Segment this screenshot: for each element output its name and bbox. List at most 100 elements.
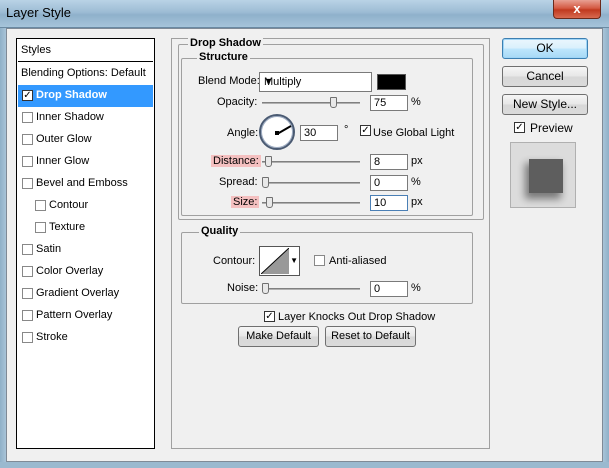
angle-label: Angle: <box>227 127 259 139</box>
styles-header[interactable]: Styles <box>18 40 153 62</box>
style-item-checkbox[interactable]: ✓ <box>22 90 33 101</box>
style-item-stroke[interactable]: Stroke <box>18 327 153 349</box>
size-value: 10 <box>374 197 387 209</box>
contour-picker[interactable]: ▼ <box>259 246 300 276</box>
new-style-button[interactable]: New Style... <box>502 94 588 115</box>
style-item-label: Outer Glow <box>36 133 92 145</box>
window-frame-right <box>603 28 609 468</box>
preview-thumbnail <box>510 142 576 208</box>
style-item-pattern-overlay[interactable]: Pattern Overlay <box>18 305 153 327</box>
style-item-label: Bevel and Emboss <box>36 177 128 189</box>
contour-label: Contour: <box>213 255 256 267</box>
style-item-checkbox[interactable] <box>22 178 33 189</box>
style-item-label: Drop Shadow <box>36 89 107 101</box>
styles-header-label: Styles <box>21 44 51 56</box>
preview-checkbox[interactable]: ✓ <box>514 122 525 133</box>
distance-slider[interactable] <box>262 156 360 167</box>
distance-value: 8 <box>374 156 381 168</box>
use-global-light-checkbox[interactable]: ✓ <box>360 125 371 136</box>
angle-input[interactable]: 30 <box>300 125 338 141</box>
style-item-satin[interactable]: Satin <box>18 239 153 261</box>
opacity-slider[interactable] <box>262 97 360 108</box>
style-item-inner-shadow[interactable]: Inner Shadow <box>18 107 153 129</box>
chevron-down-icon: ▼ <box>290 256 298 265</box>
size-slider[interactable] <box>262 197 360 208</box>
distance-input[interactable]: 8 <box>370 154 408 170</box>
distance-slider-thumb[interactable] <box>265 156 272 167</box>
style-item-label: Inner Shadow <box>36 111 104 123</box>
knocks-out-label: Layer Knocks Out Drop Shadow <box>278 311 436 323</box>
noise-input[interactable]: 0 <box>370 281 408 297</box>
spread-input[interactable]: 0 <box>370 175 408 191</box>
spread-unit: % <box>411 176 421 188</box>
size-input[interactable]: 10 <box>370 195 408 211</box>
preview-square <box>529 159 563 193</box>
noise-unit: % <box>411 282 421 294</box>
style-item-checkbox[interactable] <box>22 156 33 167</box>
opacity-label: Opacity: <box>217 96 258 108</box>
checkmark-icon: ✓ <box>361 125 370 136</box>
style-item-inner-glow[interactable]: Inner Glow <box>18 151 153 173</box>
angle-value: 30 <box>304 127 317 139</box>
style-item-checkbox[interactable] <box>22 112 33 123</box>
style-item-checkbox[interactable] <box>22 288 33 299</box>
style-item-checkbox[interactable] <box>22 134 33 145</box>
opacity-value: 75 <box>374 97 387 109</box>
spread-slider-thumb[interactable] <box>262 177 269 188</box>
style-item-blending-options-default[interactable]: Blending Options: Default <box>18 63 153 85</box>
quality-group <box>181 232 473 304</box>
style-item-label: Stroke <box>36 331 68 343</box>
knocks-out-checkbox[interactable]: ✓ <box>264 311 275 322</box>
style-item-label: Pattern Overlay <box>36 309 113 321</box>
make-default-button[interactable]: Make Default <box>238 326 319 347</box>
style-item-color-overlay[interactable]: Color Overlay <box>18 261 153 283</box>
noise-slider-thumb[interactable] <box>262 283 269 294</box>
size-slider-thumb[interactable] <box>266 197 273 208</box>
style-item-checkbox[interactable] <box>22 310 33 321</box>
style-item-gradient-overlay[interactable]: Gradient Overlay <box>18 283 153 305</box>
style-item-checkbox[interactable] <box>22 266 33 277</box>
spread-slider[interactable] <box>262 177 360 188</box>
style-item-texture[interactable]: Texture <box>18 217 153 239</box>
style-item-label: Inner Glow <box>36 155 90 167</box>
style-item-checkbox[interactable] <box>35 222 46 233</box>
style-item-bevel-and-emboss[interactable]: Bevel and Emboss <box>18 173 153 195</box>
style-item-label: Texture <box>49 221 86 233</box>
cancel-button[interactable]: Cancel <box>502 66 588 87</box>
style-item-checkbox[interactable] <box>22 244 33 255</box>
title-bar[interactable]: Layer Style x <box>0 0 609 28</box>
opacity-slider-thumb[interactable] <box>330 97 337 108</box>
drop-shadow-title: Drop Shadow <box>188 37 263 49</box>
distance-label: Distance: <box>211 155 261 167</box>
style-item-checkbox[interactable] <box>22 332 33 343</box>
noise-value: 0 <box>374 283 381 295</box>
contour-curve-icon <box>261 248 289 274</box>
close-button[interactable]: x <box>553 0 601 19</box>
style-item-outer-glow[interactable]: Outer Glow <box>18 129 153 151</box>
style-item-label: Blending Options: Default <box>21 67 146 79</box>
style-item-checkbox[interactable] <box>35 200 46 211</box>
angle-dial[interactable] <box>259 114 295 150</box>
size-label: Size: <box>231 196 260 208</box>
opacity-input[interactable]: 75 <box>370 95 408 111</box>
size-unit: px <box>411 196 423 208</box>
spread-value: 0 <box>374 177 381 189</box>
style-item-label: Color Overlay <box>36 265 104 277</box>
reset-to-default-button[interactable]: Reset to Default <box>325 326 416 347</box>
quality-title: Quality <box>199 225 241 237</box>
shadow-color-swatch[interactable] <box>377 74 406 90</box>
checkmark-icon: ✓ <box>515 122 524 133</box>
close-icon: x <box>573 1 581 16</box>
anti-aliased-label: Anti-aliased <box>329 255 387 267</box>
anti-aliased-checkbox[interactable] <box>314 255 325 266</box>
style-item-drop-shadow[interactable]: ✓ Drop Shadow <box>18 85 153 107</box>
ok-button[interactable]: OK <box>502 38 588 59</box>
blend-mode-label: Blend Mode: <box>198 75 260 87</box>
style-item-contour[interactable]: Contour <box>18 195 153 217</box>
blend-mode-select[interactable]: Multiply ▼ <box>259 72 372 92</box>
structure-title: Structure <box>197 51 250 63</box>
checkmark-icon: ✓ <box>265 311 274 322</box>
style-item-label: Satin <box>36 243 62 255</box>
noise-slider[interactable] <box>262 283 360 294</box>
chevron-down-icon: ▼ <box>264 76 273 86</box>
